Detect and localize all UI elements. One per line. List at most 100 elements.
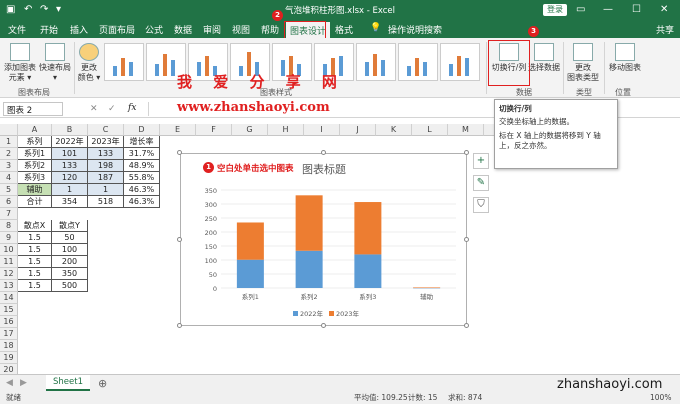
table-cell[interactable]: 31.7% [124,148,160,160]
column-header[interactable]: H [268,124,304,136]
column-header[interactable]: K [376,124,412,136]
resize-handle[interactable] [464,323,469,328]
table-cell[interactable]: 1.5 [18,256,52,268]
table-cell[interactable]: 1.5 [18,244,52,256]
resize-handle[interactable] [321,150,326,155]
tab-file[interactable]: 文件 [8,23,26,36]
row-header[interactable]: 8 [0,220,18,232]
fx-icon[interactable]: fx [128,103,136,113]
chart-filter-icon[interactable]: ⛉ [473,197,489,213]
column-header[interactable]: E [160,124,196,136]
table-cell[interactable]: 101 [52,148,88,160]
table-cell[interactable]: 1 [52,184,88,196]
row-header[interactable]: 16 [0,316,18,328]
sheet-tab-sheet1[interactable]: Sheet1 [46,375,90,391]
tab-review[interactable]: 审阅 [203,23,221,36]
table-cell[interactable]: 133 [52,160,88,172]
enter-icon[interactable]: ✓ [108,104,116,114]
select-data-button[interactable]: 选择数据 [528,43,560,73]
tab-data[interactable]: 数据 [174,23,192,36]
row-header[interactable]: 19 [0,352,18,364]
resize-handle[interactable] [464,150,469,155]
row-header[interactable]: 10 [0,244,18,256]
table-cell[interactable]: 100 [52,244,88,256]
column-header[interactable]: G [232,124,268,136]
name-box[interactable]: 图表 2 [3,102,63,116]
row-header[interactable]: 17 [0,328,18,340]
table-cell[interactable]: 133 [88,148,124,160]
maximize-icon[interactable]: ☐ [632,4,641,15]
zoom-level[interactable]: 100% [650,392,671,404]
table-cell[interactable]: 354 [52,196,88,208]
table-cell[interactable]: 1.5 [18,268,52,280]
column-header[interactable]: C [88,124,124,136]
row-header[interactable]: 4 [0,172,18,184]
row-header[interactable]: 7 [0,208,18,220]
cancel-icon[interactable]: ✕ [90,104,98,114]
chart-style-1[interactable] [104,43,144,81]
close-icon[interactable]: ✕ [660,4,668,15]
add-chart-element-button[interactable]: 添加图表 元素 ▾ [3,43,37,83]
move-chart-button[interactable]: 移动图表 [606,43,644,73]
row-header[interactable]: 11 [0,256,18,268]
table-cell[interactable]: 48.9% [124,160,160,172]
row-header[interactable]: 14 [0,292,18,304]
row-header[interactable]: 3 [0,160,18,172]
table-cell[interactable]: 系列3 [18,172,52,184]
resize-handle[interactable] [177,323,182,328]
row-header[interactable]: 1 [0,136,18,148]
row-header[interactable]: 13 [0,280,18,292]
change-chart-type-button[interactable]: 更改 图表类型 [565,43,601,83]
tab-help[interactable]: 帮助 [261,23,279,36]
row-header[interactable]: 12 [0,268,18,280]
add-sheet-icon[interactable]: ⊕ [98,377,107,390]
table-cell[interactable]: 350 [52,268,88,280]
chart-area[interactable]: 图表标题 0 50 100 150 200 250 300 350 系列1 系列2 系列3 辅助 2022… [180,153,467,326]
table-cell[interactable]: 散点X [18,220,52,232]
column-header[interactable]: L [412,124,448,136]
tell-me-search[interactable]: 操作说明搜索 [388,23,442,36]
table-cell[interactable]: 120 [52,172,88,184]
row-header[interactable]: 2 [0,148,18,160]
column-header[interactable]: M [448,124,484,136]
table-cell[interactable]: 187 [88,172,124,184]
change-colors-button[interactable]: 更改 颜色 ▾ [76,43,102,83]
table-cell[interactable]: 2023年 [88,136,124,148]
table-cell[interactable]: 518 [88,196,124,208]
table-cell[interactable]: 50 [52,232,88,244]
tab-page-layout[interactable]: 页面布局 [99,23,135,36]
next-sheet-icon[interactable]: ▶ [20,378,27,388]
chart-style-8[interactable] [398,43,438,81]
column-header[interactable]: B [52,124,88,136]
table-cell[interactable]: 2022年 [52,136,88,148]
row-header[interactable]: 5 [0,184,18,196]
resize-handle[interactable] [464,237,469,242]
resize-handle[interactable] [321,323,326,328]
table-cell[interactable]: 系列1 [18,148,52,160]
table-cell[interactable]: 辅助 [18,184,52,196]
tab-format[interactable]: 格式 [335,23,353,36]
table-cell[interactable]: 1 [88,184,124,196]
row-header[interactable]: 6 [0,196,18,208]
table-cell[interactable]: 198 [88,160,124,172]
table-cell[interactable]: 500 [52,280,88,292]
table-cell[interactable]: 系列2 [18,160,52,172]
table-cell[interactable]: 46.3% [124,184,160,196]
column-header[interactable]: A [18,124,52,136]
table-cell[interactable]: 合计 [18,196,52,208]
table-cell[interactable]: 46.3% [124,196,160,208]
login-button[interactable]: 登录 [543,4,567,16]
chart-styles-brush-icon[interactable]: ✎ [473,175,489,191]
tab-home[interactable]: 开始 [40,23,58,36]
chart-style-7[interactable] [356,43,396,81]
resize-handle[interactable] [177,150,182,155]
table-cell[interactable]: 1.5 [18,280,52,292]
row-header[interactable]: 18 [0,340,18,352]
table-cell[interactable]: 系列 [18,136,52,148]
table-cell[interactable]: 散点Y [52,220,88,232]
tab-insert[interactable]: 插入 [70,23,88,36]
quick-layout-button[interactable]: 快速布局 ▾ [38,43,72,83]
table-cell[interactable]: 55.8% [124,172,160,184]
table-cell[interactable]: 1.5 [18,232,52,244]
tab-view[interactable]: 视图 [232,23,250,36]
